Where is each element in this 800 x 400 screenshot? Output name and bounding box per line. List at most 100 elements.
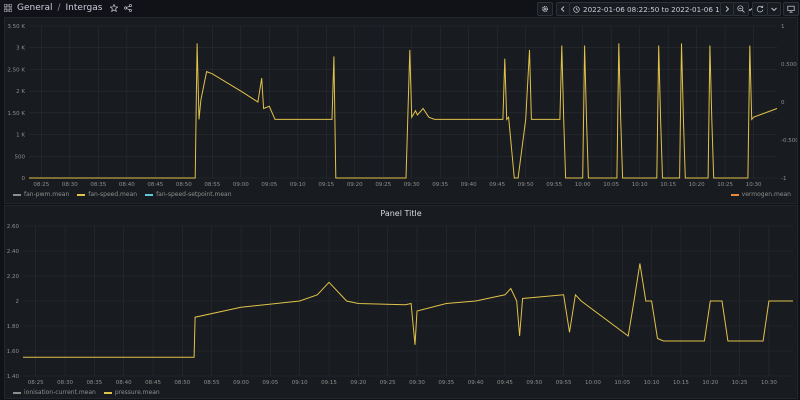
fan-chart-x-tick-label: 10:05: [603, 182, 619, 188]
fan-chart-series-line[interactable]: [29, 43, 778, 179]
legend-item-fan-speed-setpoint[interactable]: fan-speed-setpoint.mean: [145, 191, 232, 198]
pressure-chart-x-tick-label: 09:10: [292, 380, 308, 386]
pressure-chart-x-tick-label: 09:20: [350, 380, 366, 386]
pressure-chart-x-tick-label: 09:50: [526, 380, 542, 386]
pressure-chart-x-tick-label: 09:25: [380, 380, 396, 386]
pressure-chart-series-line[interactable]: [23, 263, 793, 358]
legend-swatch: [77, 193, 86, 196]
pressure-chart-x-tick-label: 10:10: [644, 380, 660, 386]
legend-swatch: [13, 391, 21, 394]
legend-label: fan-pwm.mean: [24, 191, 70, 198]
fan-chart-x-tick-label: 09:05: [261, 182, 277, 188]
fan-chart-y-tick-label: 3 K: [16, 46, 25, 52]
legend-swatch: [730, 193, 739, 196]
zoom-out-icon: [737, 5, 745, 13]
fan-chart-x-tick-label: 09:45: [489, 182, 505, 188]
chevron-down-icon: [771, 6, 777, 12]
fan-chart-y-tick-label: 1.50 K: [7, 111, 25, 117]
pressure-chart-x-tick-label: 08:25: [28, 380, 44, 386]
fan-chart-x-tick-label: 09:15: [318, 182, 334, 188]
fan-chart-x-tick-label: 09:50: [518, 182, 534, 188]
legend-item-fan-pwm[interactable]: fan-pwm.mean: [13, 191, 69, 198]
breadcrumb-dashboard[interactable]: Intergas: [66, 3, 103, 13]
legend-label: fan-speed-setpoint.mean: [156, 191, 232, 198]
pressure-chart-y-tick-label: 2.20: [7, 274, 20, 280]
fan-chart-x-tick-label: 10:25: [717, 182, 733, 188]
legend-swatch: [145, 193, 154, 196]
fan-chart-x-tick-label: 10:00: [575, 182, 591, 188]
share-icon[interactable]: [124, 4, 133, 12]
chevron-left-icon: [560, 6, 566, 12]
pressure-chart-y-tick-label: 1.60: [7, 349, 20, 355]
legend-swatch: [13, 193, 21, 196]
fan-chart-x-tick-label: 09:20: [347, 182, 363, 188]
fan-chart: 0 500 1 K 1.50 K 2 K 2.50 K 3 K 3.50 K 08:25 08:3…: [7, 24, 797, 188]
fan-chart-x-tick-label: 10:30: [746, 182, 762, 188]
pressure-chart-x-tick-label: 10:00: [585, 380, 601, 386]
tv-mode-button[interactable]: [783, 2, 799, 16]
settings-button[interactable]: [537, 2, 553, 16]
breadcrumb-folder[interactable]: General: [17, 3, 52, 13]
legend-item-vermogen[interactable]: vermogen.mean: [730, 191, 791, 198]
fan-chart-x-tick-label: 09:30: [404, 182, 420, 188]
pressure-chart-x-tick-label: 10:15: [673, 380, 689, 386]
legend-label: ionisation-current.mean: [24, 389, 96, 396]
fan-chart-x-tick-label: 08:55: [204, 182, 220, 188]
time-shift-forward-button[interactable]: [720, 2, 734, 16]
legend-item-ionisation-current[interactable]: ionisation-current.mean: [13, 389, 96, 396]
panel-title-panel: Panel Title 1.40 1.60 1.80 2 2.20 2.40 2.60 08:…: [4, 205, 798, 399]
time-range-picker[interactable]: 2022-01-06 08:22:50 to 2022-01-06 10:34:…: [569, 2, 754, 16]
legend-label: fan-speed.mean: [88, 191, 138, 198]
fan-chart-y-tick-label: 3.50 K: [7, 24, 25, 30]
legend-label: vermogen.mean: [741, 191, 791, 198]
star-icon[interactable]: [110, 4, 119, 12]
refresh-interval-dropdown[interactable]: [767, 2, 781, 16]
fan-chart-x-tick-label: 10:10: [632, 182, 648, 188]
gear-icon: [541, 5, 549, 13]
pressure-chart-x-tick-label: 09:05: [262, 380, 278, 386]
fan-chart-x-tick-label: 09:55: [546, 182, 562, 188]
pressure-chart-x-tick-label: 09:55: [556, 380, 572, 386]
fan-chart-y-tick-label: 2.50 K: [7, 67, 25, 73]
fan-chart-y-tick-label: 500: [15, 154, 26, 160]
fan-chart-y-tick-label: 1 K: [16, 133, 25, 139]
pressure-chart-x-tick-label: 10:25: [732, 380, 748, 386]
fan-legend-right: vermogen.mean: [730, 191, 791, 198]
pressure-chart: 1.40 1.60 1.80 2 2.20 2.40 2.60 08:25 08:30 08:35…: [7, 224, 793, 386]
breadcrumb: General / Intergas: [4, 3, 133, 13]
fan-chart-y2-tick-label: 0.500: [781, 62, 797, 68]
fan-chart-x-tick-label: 10:20: [689, 182, 705, 188]
fan-chart-x-tick-label: 08:35: [90, 182, 106, 188]
pressure-chart-x-tick-label: 08:45: [145, 380, 161, 386]
pressure-chart-y-tick-label: 2.40: [7, 249, 20, 255]
fan-chart-y2-tick-label: -0.500: [781, 138, 797, 144]
pressure-chart-x-tick-label: 08:55: [204, 380, 220, 386]
fan-chart-x-tick-label: 08:25: [33, 182, 49, 188]
dashboards-grid-icon[interactable]: [4, 4, 12, 12]
pressure-chart-x-tick-label: 08:50: [174, 380, 190, 386]
top-navbar: General / Intergas 2022-01-06 08:22:50 t…: [0, 0, 800, 16]
legend-item-fan-speed[interactable]: fan-speed.mean: [77, 191, 137, 198]
fan-chart-x-tick-label: 09:25: [375, 182, 391, 188]
zoom-out-button[interactable]: [733, 2, 749, 16]
fan-legend: fan-pwm.mean fan-speed.mean fan-speed-se…: [13, 191, 232, 198]
fan-chart-x-tick-label: 09:35: [432, 182, 448, 188]
pressure-chart-x-tick-label: 10:05: [614, 380, 630, 386]
fan-chart-x-tick-label: 08:40: [119, 182, 135, 188]
fan-chart-x-tick-label: 10:15: [660, 182, 676, 188]
legend-item-pressure[interactable]: pressure.mean: [103, 389, 160, 396]
time-shift-back-button[interactable]: [556, 2, 570, 16]
refresh-icon: [756, 5, 764, 13]
chevron-right-icon: [724, 6, 730, 12]
fan-chart-x-tick-label: 09:00: [233, 182, 249, 188]
pressure-chart-y-tick-label: 1.40: [7, 374, 20, 380]
legend-swatch: [103, 391, 112, 394]
pressure-chart-x-tick-label: 09:00: [233, 380, 249, 386]
pressure-legend: ionisation-current.mean pressure.mean: [13, 389, 160, 396]
fan-chart-x-tick-label: 08:45: [147, 182, 163, 188]
fan-chart-x-tick-label: 09:40: [461, 182, 477, 188]
fan-chart-x-tick-label: 09:10: [290, 182, 306, 188]
fan-chart-y-tick-label: 2 K: [16, 89, 25, 95]
clock-icon: [573, 5, 580, 13]
refresh-button[interactable]: [752, 2, 768, 16]
